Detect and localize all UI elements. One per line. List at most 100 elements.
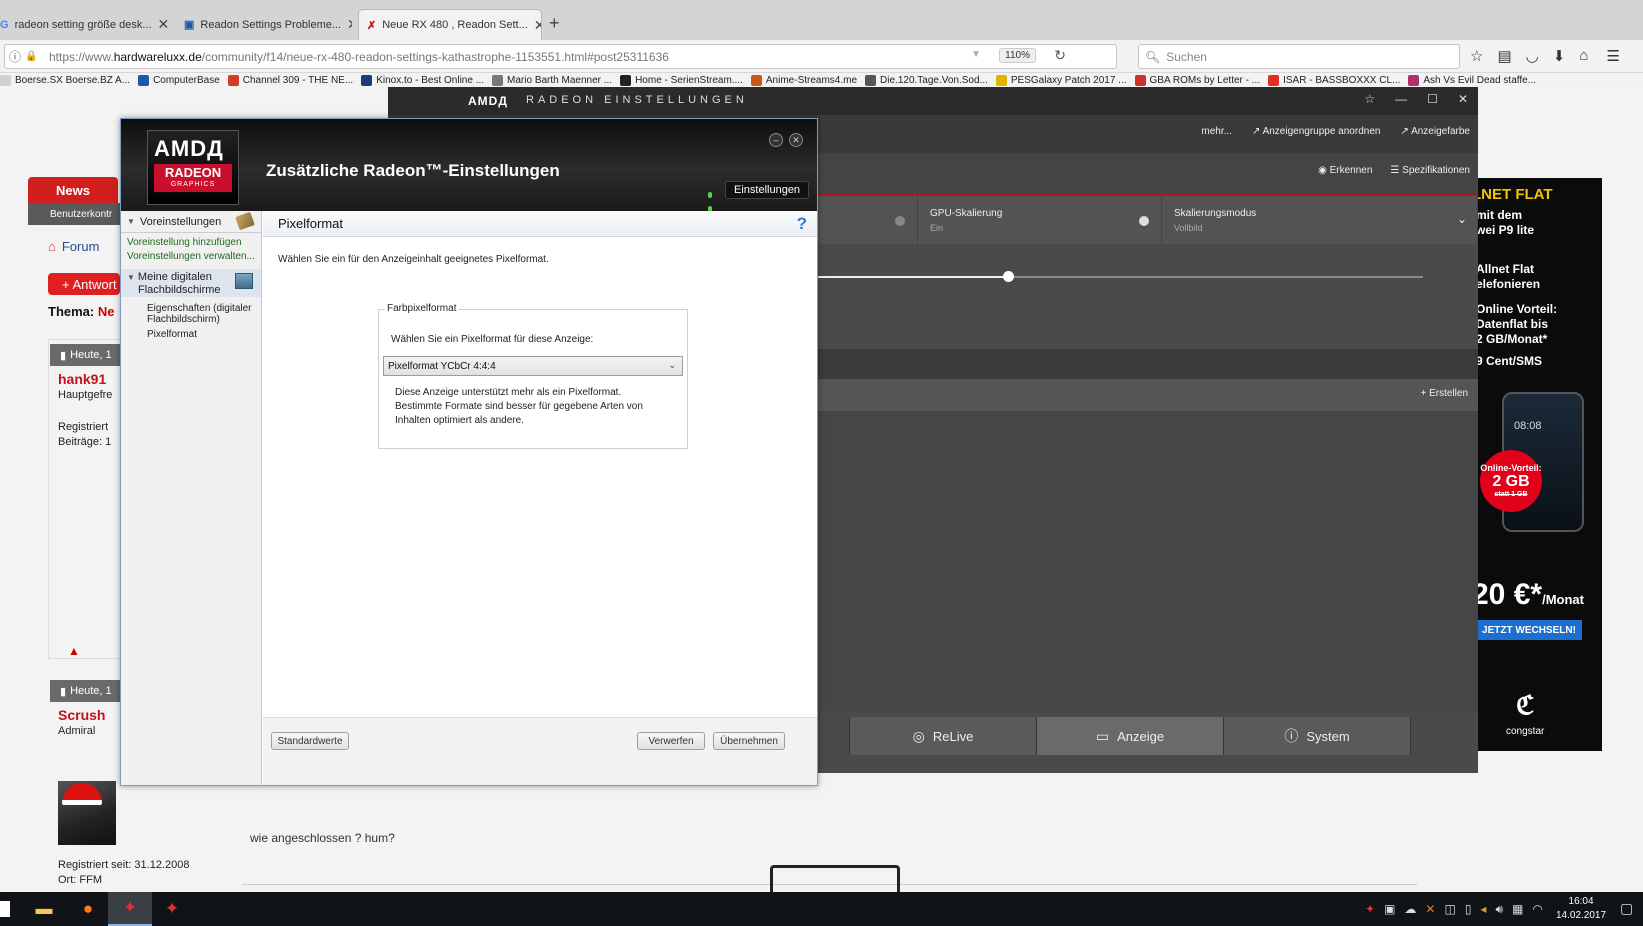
notification-icon[interactable]: ▢: [1620, 900, 1633, 917]
maximize-icon[interactable]: ☐: [1427, 92, 1438, 106]
defaults-button[interactable]: Standardwerte: [271, 732, 349, 750]
radeon-tray-icon[interactable]: ✦: [1365, 902, 1375, 917]
bookmark-item[interactable]: Channel 309 - THE NE...: [227, 74, 353, 86]
tab-display[interactable]: ▭ Anzeige: [1037, 717, 1224, 755]
url-bar[interactable]: ⓘ 🔒 https://www.hardwareluxx.de/communit…: [4, 44, 1117, 69]
advertisement-banner[interactable]: LNET FLAT mit dem wei P9 lite Allnet Flat…: [1472, 178, 1602, 751]
bookmark-item[interactable]: PESGalaxy Patch 2017 ...: [995, 74, 1127, 86]
browser-tab[interactable]: G radeon setting größe desk... ✕: [0, 9, 168, 40]
zoom-indicator[interactable]: 110%: [999, 48, 1036, 63]
reply-button[interactable]: + Antwort: [48, 273, 120, 295]
new-tab-icon[interactable]: +: [549, 13, 560, 34]
chevron-down-icon[interactable]: ⌄: [1457, 212, 1467, 226]
bookmark-item[interactable]: ComputerBase: [138, 74, 220, 86]
bookmark-item[interactable]: Kinox.to - Best Online ...: [361, 74, 485, 86]
favorite-icon[interactable]: ☆: [1364, 92, 1375, 106]
manage-presets-link[interactable]: Voreinstellungen verwalten...: [127, 251, 255, 262]
firefox-icon[interactable]: ●: [66, 892, 110, 926]
reading-list-icon[interactable]: ▤: [1497, 47, 1511, 65]
app-tray-icon[interactable]: ◂: [1480, 902, 1486, 917]
post-text: wie angeschlossen ? hum?: [250, 831, 395, 845]
slider-handle[interactable]: [1002, 271, 1014, 282]
apply-button[interactable]: Übernehmen: [713, 732, 785, 750]
add-preset-link[interactable]: Voreinstellung hinzufügen: [127, 237, 242, 248]
clock[interactable]: 16:04 14.02.2017: [1556, 895, 1606, 923]
radeon-additional-taskbar-icon[interactable]: ✦: [150, 892, 194, 926]
ad-cta-button[interactable]: JETZT WECHSELN!: [1476, 620, 1582, 640]
tab-relive[interactable]: ◎ ReLive: [850, 717, 1037, 755]
post-username[interactable]: Scrush: [58, 707, 105, 723]
display-color-button[interactable]: ↗ Anzeigefarbe: [1400, 126, 1470, 137]
download-icon[interactable]: ⬇: [1553, 47, 1566, 65]
relive-icon: ◎: [912, 727, 925, 744]
post-username[interactable]: hank91: [58, 371, 106, 387]
dialog-footer: Standardwerte Verwerfen Übernehmen: [263, 717, 817, 785]
pocket-icon[interactable]: ◡: [1526, 47, 1539, 65]
my-digital-displays-group[interactable]: ▼ Meine digitalen Flachbildschirme: [121, 269, 261, 297]
info-icon[interactable]: ⓘ: [5, 48, 25, 65]
display-properties-item[interactable]: Eigenschaften (digitaler Flachbildschirm…: [147, 303, 252, 325]
news-tab[interactable]: News: [28, 177, 118, 203]
file-explorer-icon[interactable]: ▬: [22, 892, 66, 926]
thread-title: Thema: Ne: [48, 304, 115, 319]
bookmark-item[interactable]: Boerse.SX Boerse.BZ A...: [0, 74, 130, 86]
close-tab-icon[interactable]: ✕: [528, 17, 541, 34]
help-icon[interactable]: ?: [797, 214, 807, 234]
close-icon[interactable]: ✕: [789, 133, 803, 147]
report-warning-icon[interactable]: ▲: [68, 644, 80, 658]
bookmark-item[interactable]: GBA ROMs by Letter - ...: [1134, 74, 1260, 86]
volume-icon[interactable]: 🔊︎: [1495, 902, 1503, 917]
minimize-icon[interactable]: –: [769, 133, 783, 147]
ad-subtitle: mit dem wei P9 lite: [1476, 208, 1535, 237]
bookmark-item[interactable]: Home - SerienStream....: [620, 74, 743, 86]
forum-link[interactable]: ⌂ Forum: [48, 239, 99, 254]
bookmark-item[interactable]: Die.120.Tage.Von.Sod...: [865, 74, 988, 86]
cloud-icon[interactable]: ☁: [1404, 902, 1416, 917]
bookmark-label: Kinox.to - Best Online ...: [376, 74, 485, 86]
reload-icon[interactable]: ↻: [1054, 47, 1066, 64]
specifications-button[interactable]: ☰ Spezifikationen: [1390, 165, 1470, 176]
bookmark-item[interactable]: Anime-Streams4.me: [750, 74, 857, 86]
pixel-format-select[interactable]: Pixelformat YCbCr 4:4:4 ⌄: [383, 356, 683, 376]
pixel-format-item[interactable]: Pixelformat: [147, 329, 197, 340]
gpu-scaling-setting[interactable]: GPU-Skalierung Ein: [918, 196, 1162, 244]
app-tray-icon[interactable]: ▣: [1384, 902, 1395, 917]
menu-icon[interactable]: ☰: [1606, 47, 1619, 65]
radeon-settings-taskbar-icon[interactable]: ✦: [108, 892, 152, 926]
toggle-on[interactable]: [1139, 216, 1149, 226]
browser-tab-active[interactable]: ✗ Neue RX 480 , Readon Sett... ✕: [358, 9, 542, 40]
bookmark-item[interactable]: Ash Vs Evil Dead staffe...: [1408, 74, 1536, 86]
bookmark-label: ISAR - BASSBOXXX CL...: [1283, 74, 1401, 86]
presets-header[interactable]: ▼ Voreinstellungen: [121, 211, 261, 233]
battery-icon[interactable]: ▯: [1465, 902, 1472, 917]
app-tray-icon[interactable]: ◫: [1444, 902, 1455, 917]
more-button[interactable]: mehr...: [1201, 126, 1232, 137]
discard-button[interactable]: Verwerfen: [637, 732, 705, 750]
bookmark-favicon-icon: [1134, 74, 1146, 86]
scaling-mode-setting[interactable]: Skalierungsmodus Vollbild ⌄: [1162, 196, 1478, 244]
browser-tab[interactable]: ▣ Readon Settings Probleme... ✕: [176, 9, 352, 40]
search-input[interactable]: 🔍︎ Suchen: [1138, 44, 1460, 69]
arrange-display-group-button[interactable]: ↗ Anzeigengruppe anordnen: [1252, 126, 1381, 137]
detect-button[interactable]: ◉ Erkennen: [1318, 165, 1372, 176]
gta-logo-image: [770, 865, 900, 892]
bookmark-item[interactable]: ISAR - BASSBOXXX CL...: [1268, 74, 1401, 86]
home-icon[interactable]: ⌂: [1579, 47, 1588, 65]
create-button[interactable]: + Erstellen: [1420, 388, 1468, 399]
close-icon[interactable]: ✕: [1458, 92, 1468, 106]
toggle-off[interactable]: [895, 216, 905, 226]
network-icon[interactable]: ▦: [1512, 902, 1523, 917]
close-tab-icon[interactable]: ✕: [341, 16, 352, 33]
wifi-icon[interactable]: ◠: [1532, 902, 1542, 917]
close-tab-icon[interactable]: ✕: [152, 16, 168, 33]
bookmark-item[interactable]: Mario Barth Maenner ...: [492, 74, 612, 86]
user-control-tab[interactable]: Benutzerkontr: [28, 203, 120, 225]
minimize-icon[interactable]: —: [1395, 92, 1407, 106]
url-dropdown-icon[interactable]: ▼: [971, 49, 981, 60]
bookmark-star-icon[interactable]: ☆: [1470, 47, 1483, 65]
settings-button[interactable]: Einstellungen: [725, 181, 810, 199]
tab-label: radeon setting größe desk...: [14, 18, 152, 31]
start-button[interactable]: [0, 901, 10, 917]
app-tray-icon[interactable]: ✕: [1425, 902, 1435, 917]
tab-system[interactable]: ⓘ System: [1224, 717, 1411, 755]
